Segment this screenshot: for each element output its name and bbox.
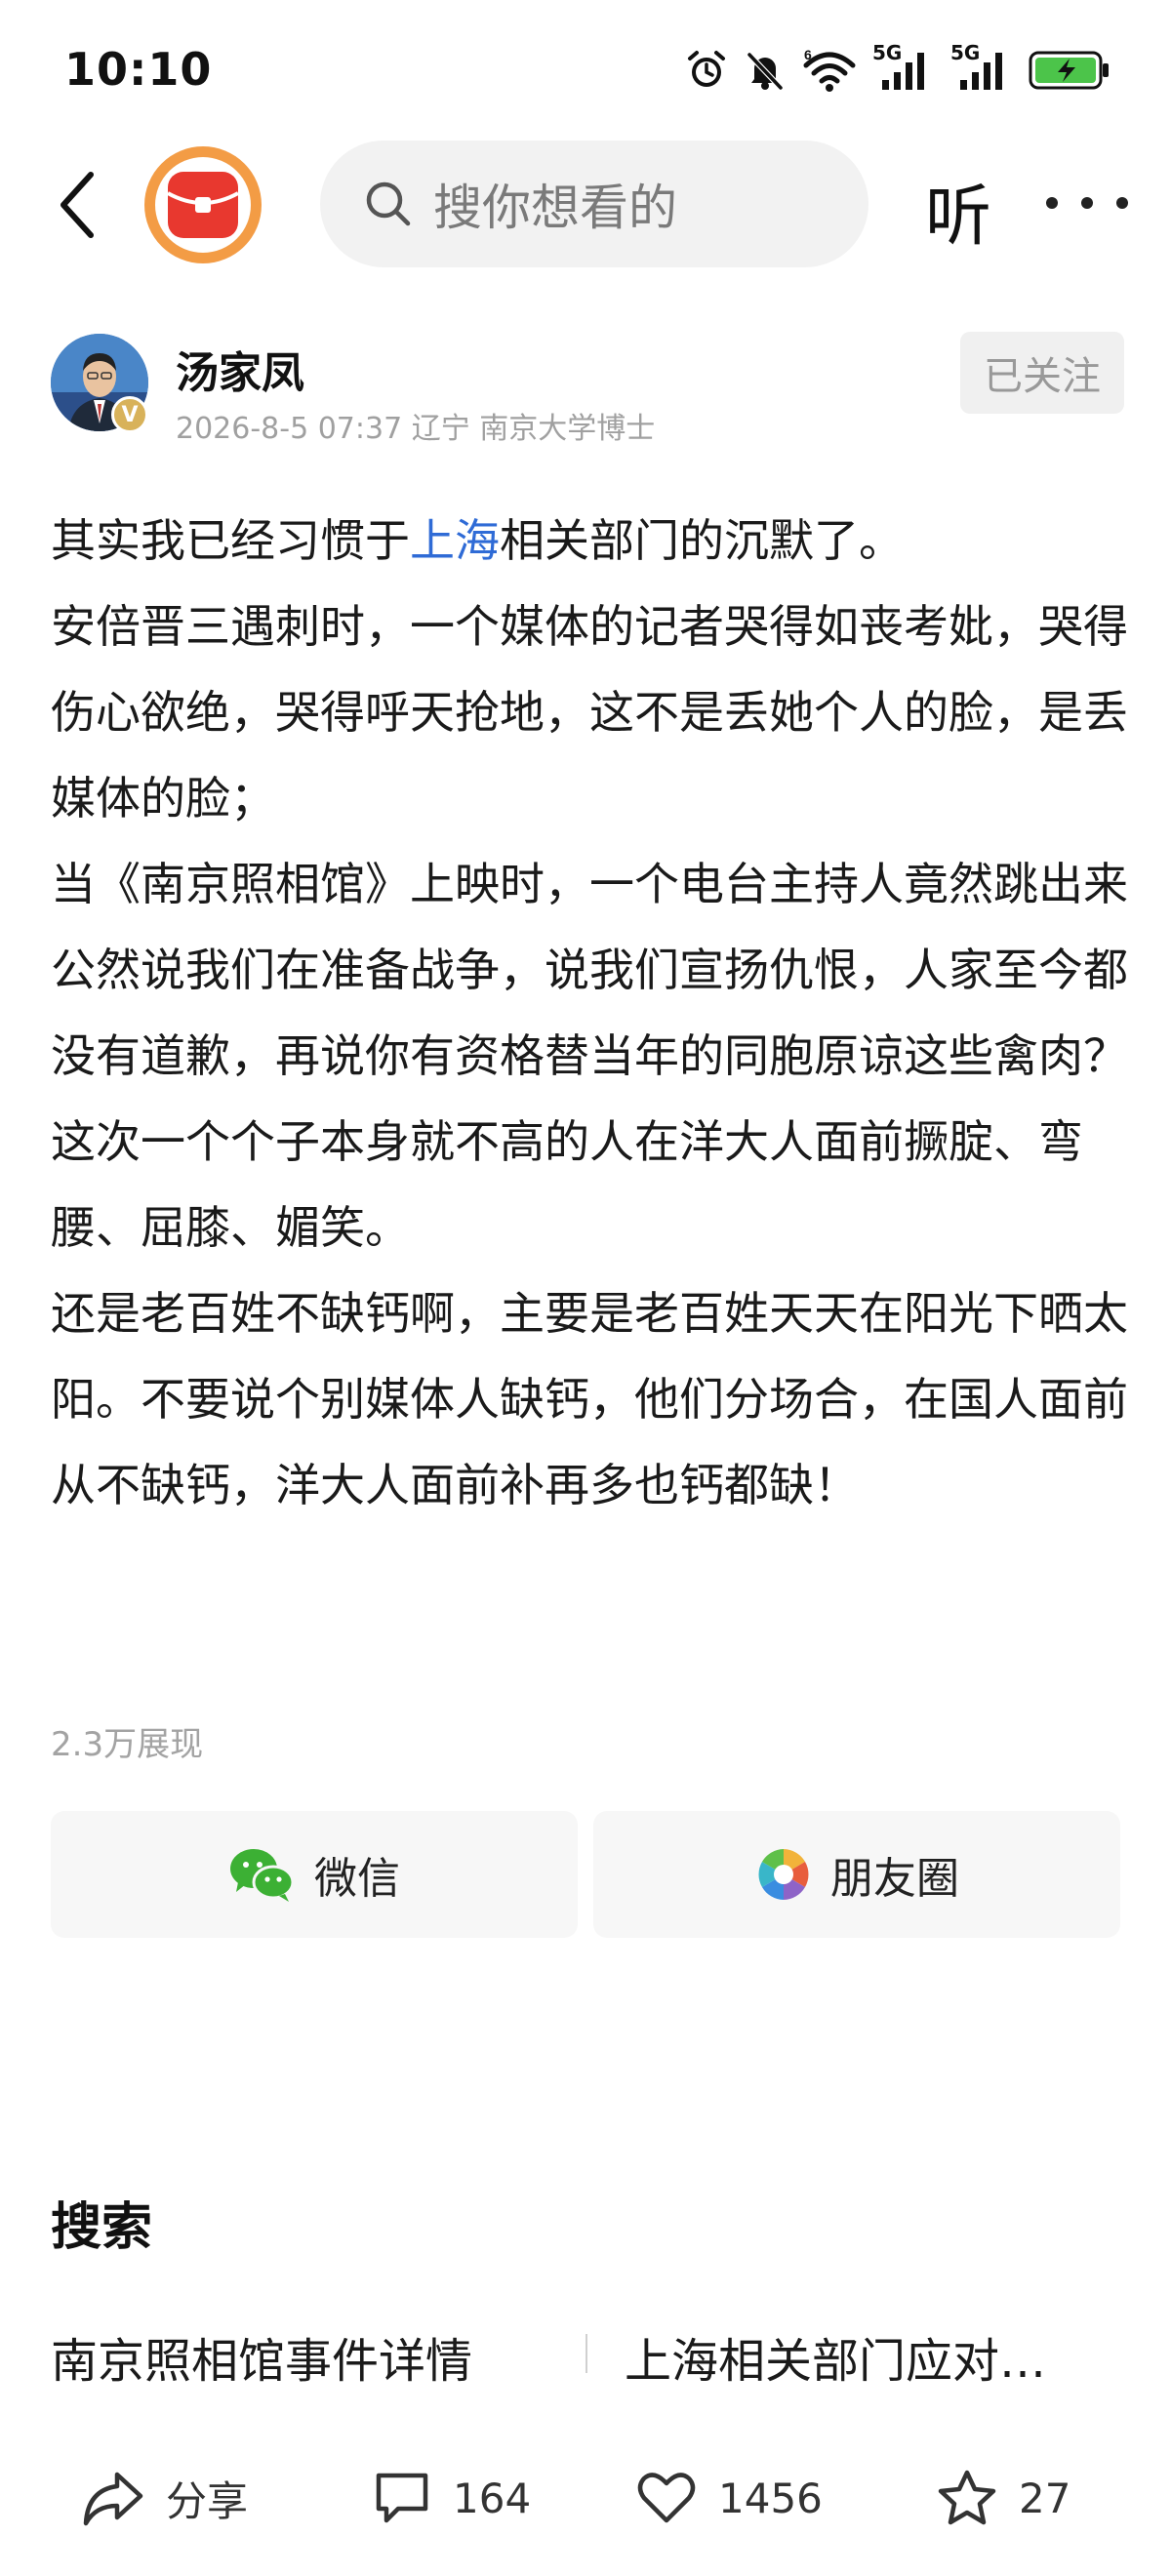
dot-icon — [1081, 197, 1093, 209]
author-name[interactable]: 汤家凤 — [176, 338, 304, 400]
heart-icon — [637, 2473, 696, 2523]
like-button[interactable]: 1456 — [636, 2467, 823, 2529]
search-input[interactable]: 搜你想看的 — [320, 141, 868, 267]
bottom-action-bar: 分享 164 1456 27 — [0, 2445, 1171, 2553]
article-paragraph: 当《南京照相馆》上映时，一个电台主持人竟然跳出来公然说我们在准备战争，说我们宣扬… — [51, 858, 1128, 1082]
favorite-count: 27 — [1019, 2474, 1071, 2522]
favorite-button[interactable]: 27 — [937, 2467, 1070, 2529]
share-wechat-button[interactable]: 微信 — [51, 1811, 578, 1938]
search-suggestion[interactable]: 南京照相馆事件详情 — [51, 2322, 558, 2391]
follow-button[interactable]: 已关注 — [960, 332, 1124, 414]
wechat-icon — [230, 1849, 295, 1902]
article-paragraph: 其实我已经习惯于上海相关部门的沉默了。 — [51, 514, 904, 567]
moments-label: 朋友圈 — [830, 1854, 959, 1904]
moments-icon — [758, 1849, 809, 1900]
status-time: 10:10 — [64, 43, 213, 96]
dot-icon — [1046, 197, 1058, 209]
search-icon — [366, 181, 411, 226]
search-section-title: 搜索 — [51, 2198, 153, 2257]
dot-icon — [1116, 197, 1128, 209]
wifi-icon: 6 — [803, 48, 856, 92]
article-paragraph: 这次一个个子本身就不高的人在洋大人面前撅腚、弯腰、屈膝、媚笑。 — [51, 1115, 1083, 1254]
like-count: 1456 — [718, 2474, 823, 2522]
share-label: 分享 — [166, 2476, 249, 2525]
share-icon — [83, 2472, 143, 2526]
verified-badge: V — [111, 396, 148, 433]
divider — [586, 2334, 587, 2373]
search-suggestion[interactable]: 上海相关部门应对… — [625, 2322, 1132, 2391]
top-nav: 搜你想看的 听 — [0, 137, 1171, 273]
article-body: 其实我已经习惯于上海相关部门的沉默了。 安倍晋三遇刺时，一个媒体的记者哭得如丧考… — [51, 498, 1132, 1528]
location-link[interactable]: 上海 — [410, 514, 500, 567]
share-moments-button[interactable]: 朋友圈 — [593, 1811, 1120, 1938]
red-envelope-logo[interactable] — [144, 146, 262, 263]
back-button[interactable] — [43, 166, 111, 244]
view-count: 2.3万展现 — [51, 1725, 204, 1764]
chevron-left-icon — [61, 172, 94, 238]
comment-count: 164 — [453, 2474, 532, 2522]
author-meta: 2026-8-5 07:37 辽宁 南京大学博士 — [176, 412, 656, 446]
battery-charging-icon — [1029, 51, 1109, 90]
more-options-button[interactable] — [1046, 172, 1128, 234]
mute-bell-icon — [747, 52, 784, 91]
share-button[interactable]: 分享 — [82, 2467, 248, 2529]
article-paragraph: 安倍晋三遇刺时，一个媒体的记者哭得如丧考妣，哭得伤心欲绝，哭得呼天抢地，这不是丢… — [51, 600, 1128, 825]
5g-signal-icon: 5G — [872, 41, 935, 94]
star-icon — [938, 2470, 996, 2525]
alarm-icon — [688, 51, 725, 87]
listen-button[interactable]: 听 — [925, 162, 991, 259]
author-row: V 汤家凤 2026-8-5 07:37 辽宁 南京大学博士 已关注 — [0, 322, 1171, 449]
status-bar: 10:10 6 5G 5G — [0, 0, 1171, 137]
5g-signal-icon: 5G — [950, 41, 1013, 94]
red-envelope-icon — [167, 172, 239, 238]
comment-icon — [376, 2473, 428, 2523]
comment-button[interactable]: 164 — [373, 2467, 531, 2529]
wifi-tag: 6 — [804, 48, 812, 62]
wechat-label: 微信 — [314, 1854, 400, 1904]
search-placeholder: 搜你想看的 — [433, 180, 677, 236]
status-icons: 6 5G 5G — [685, 41, 1110, 98]
article-paragraph: 还是老百姓不缺钙啊，主要是老百姓天天在阳光下晒太阳。不要说个别媒体人缺钙，他们分… — [51, 1287, 1128, 1511]
